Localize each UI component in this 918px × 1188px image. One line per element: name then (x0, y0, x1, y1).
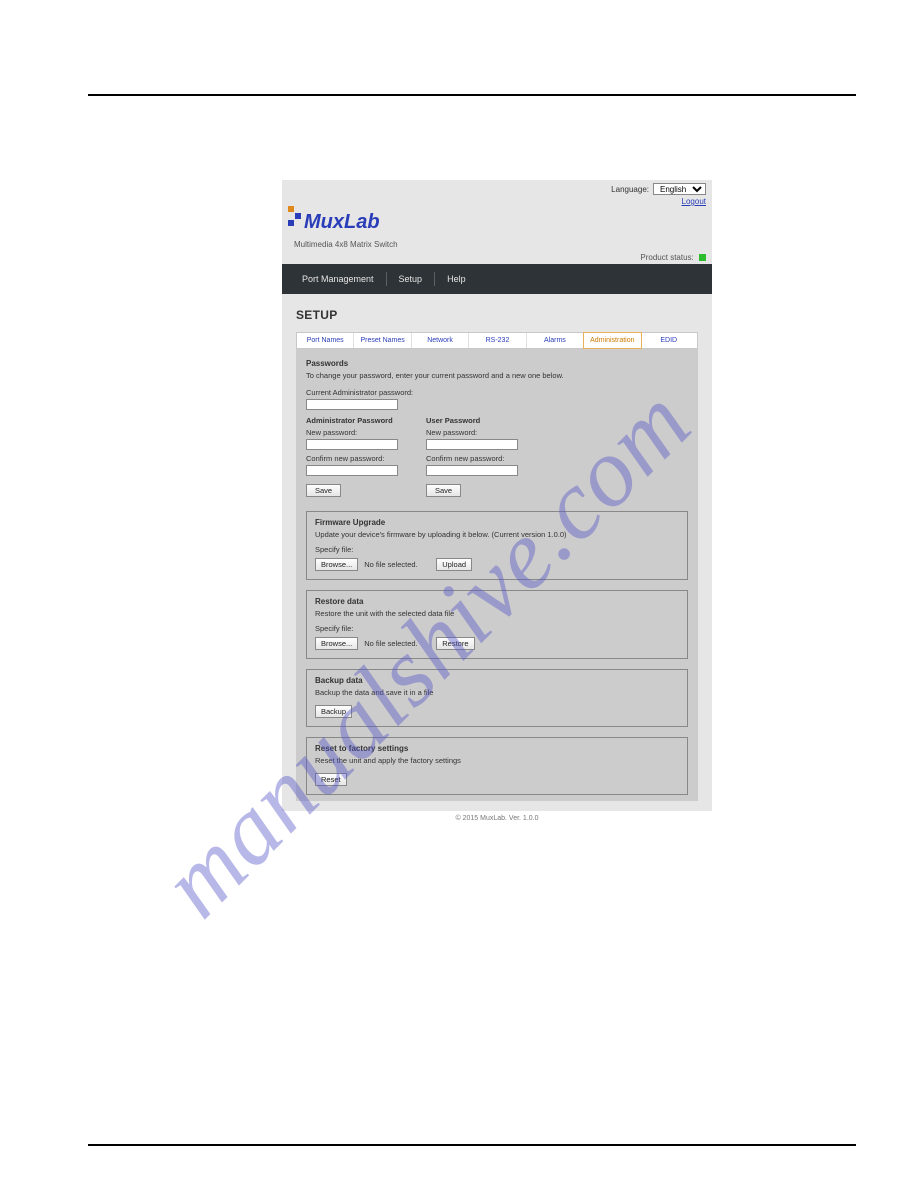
firmware-file-status: No file selected. (364, 560, 430, 569)
admin-save-button[interactable]: Save (306, 484, 341, 497)
user-new-pw-input[interactable] (426, 439, 518, 450)
nav-help[interactable]: Help (435, 274, 478, 284)
product-status-label: Product status: (640, 253, 693, 262)
footer-copyright: © 2015 MuxLab. Ver. 1.0.0 (282, 811, 712, 822)
product-subtitle: Multimedia 4x8 Matrix Switch (282, 240, 712, 253)
user-password-column: User Password New password: Confirm new … (426, 416, 518, 501)
admin-pw-heading: Administrator Password (306, 416, 398, 425)
app-window: Language: English Logout MuxLab Multimed… (282, 180, 712, 822)
logo-row: MuxLab (282, 206, 712, 244)
admin-panel: Passwords To change your password, enter… (296, 349, 698, 801)
backup-title: Backup data (315, 676, 679, 685)
restore-button[interactable]: Restore (436, 637, 474, 650)
status-indicator-icon (699, 254, 706, 261)
nav-port-management[interactable]: Port Management (290, 274, 386, 284)
setup-tabs: Port Names Preset Names Network RS-232 A… (296, 332, 698, 349)
tab-rs232[interactable]: RS-232 (469, 333, 526, 348)
admin-confirm-pw-label: Confirm new password: (306, 454, 398, 463)
admin-password-column: Administrator Password New password: Con… (306, 416, 398, 501)
firmware-browse-button[interactable]: Browse... (315, 558, 358, 571)
tab-preset-names[interactable]: Preset Names (354, 333, 411, 348)
restore-title: Restore data (315, 597, 679, 606)
tab-alarms[interactable]: Alarms (527, 333, 584, 348)
firmware-file-row: Browse... No file selected. Upload (315, 558, 679, 571)
user-confirm-pw-input[interactable] (426, 465, 518, 476)
product-status-row: Product status: (282, 253, 712, 264)
admin-confirm-pw-input[interactable] (306, 465, 398, 476)
restore-browse-button[interactable]: Browse... (315, 637, 358, 650)
user-new-pw-label: New password: (426, 428, 518, 437)
reset-title: Reset to factory settings (315, 744, 679, 753)
backup-box: Backup data Backup the data and save it … (306, 669, 688, 727)
reset-box: Reset to factory settings Reset the unit… (306, 737, 688, 795)
logout-link[interactable]: Logout (282, 195, 712, 206)
firmware-box: Firmware Upgrade Update your device's fi… (306, 511, 688, 580)
top-bar: Language: English (282, 180, 712, 195)
firmware-desc: Update your device's firmware by uploadi… (315, 530, 679, 539)
passwords-title: Passwords (306, 359, 688, 368)
svg-text:MuxLab: MuxLab (304, 211, 380, 233)
language-select[interactable]: English (653, 183, 706, 195)
user-save-button[interactable]: Save (426, 484, 461, 497)
passwords-desc: To change your password, enter your curr… (306, 371, 688, 380)
main-nav: Port Management Setup Help (282, 264, 712, 294)
tab-edid[interactable]: EDID (641, 333, 697, 348)
restore-file-status: No file selected. (364, 639, 430, 648)
user-confirm-pw-label: Confirm new password: (426, 454, 518, 463)
restore-specify-label: Specify file: (315, 624, 679, 633)
current-admin-pw-input[interactable] (306, 399, 398, 410)
tab-network[interactable]: Network (412, 333, 469, 348)
admin-new-pw-input[interactable] (306, 439, 398, 450)
reset-desc: Reset the unit and apply the factory set… (315, 756, 679, 765)
user-pw-heading: User Password (426, 416, 518, 425)
page-divider-top (88, 94, 856, 96)
password-columns: Administrator Password New password: Con… (306, 416, 688, 501)
reset-button[interactable]: Reset (315, 773, 347, 786)
admin-new-pw-label: New password: (306, 428, 398, 437)
nav-setup[interactable]: Setup (387, 274, 435, 284)
brand-logo: MuxLab (288, 206, 408, 240)
backup-button[interactable]: Backup (315, 705, 352, 718)
current-admin-pw-label: Current Administrator password: (306, 388, 688, 397)
firmware-title: Firmware Upgrade (315, 518, 679, 527)
language-label: Language: (611, 185, 649, 194)
tab-port-names[interactable]: Port Names (297, 333, 354, 348)
backup-desc: Backup the data and save it in a file (315, 688, 679, 697)
firmware-specify-label: Specify file: (315, 545, 679, 554)
page-title: SETUP (296, 308, 698, 322)
restore-desc: Restore the unit with the selected data … (315, 609, 679, 618)
tab-administration[interactable]: Administration (583, 332, 641, 349)
firmware-upload-button[interactable]: Upload (436, 558, 472, 571)
restore-box: Restore data Restore the unit with the s… (306, 590, 688, 659)
content-area: SETUP Port Names Preset Names Network RS… (282, 294, 712, 811)
page-divider-bottom (88, 1144, 856, 1146)
restore-file-row: Browse... No file selected. Restore (315, 637, 679, 650)
